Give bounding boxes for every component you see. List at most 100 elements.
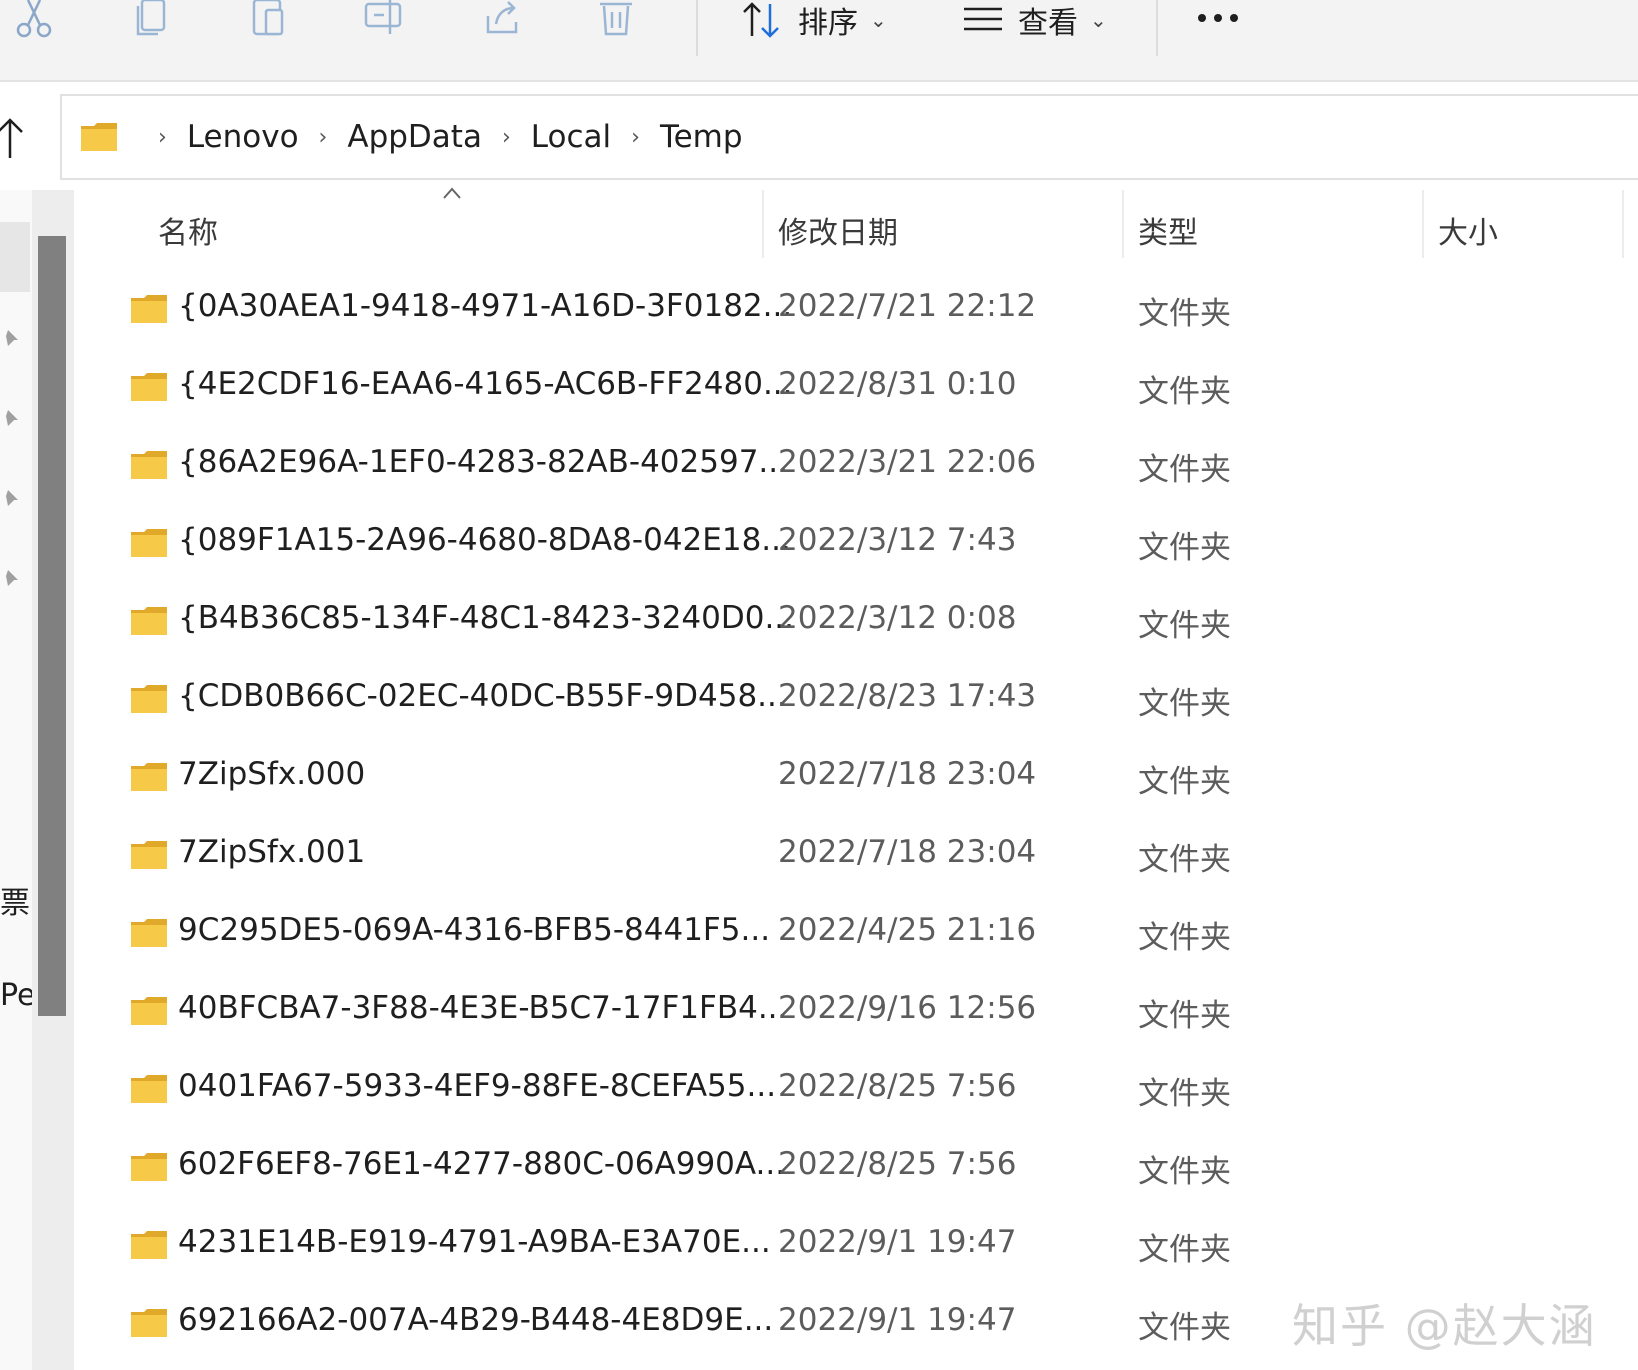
folder-icon [131,763,167,791]
file-date: 2022/8/31 0:10 [778,366,1017,402]
file-name: 40BFCBA7-3F88-4E3E-B5C7-17F1FB4... [178,990,788,1026]
breadcrumb-item[interactable]: Temp [660,119,743,155]
column-header-size[interactable]: 大小 [1438,208,1498,252]
folder-icon [131,997,167,1025]
file-type: 文件夹 [1138,1232,1231,1268]
file-date: 2022/3/21 22:06 [778,444,1037,480]
cut-icon[interactable] [10,0,58,48]
file-date: 2022/8/23 17:43 [778,678,1037,714]
folder-icon [131,1153,167,1181]
file-list: {0A30AEA1-9418-4971-A16D-3F0182... 2022/7… [78,270,1638,1362]
folder-icon [131,607,167,635]
chevron-right-icon[interactable]: › [502,125,511,150]
more-dot [1230,14,1238,22]
file-row[interactable]: 4231E14B-E919-4791-A9BA-E3A70E... 2022/9/… [78,1206,1638,1284]
file-name: {4E2CDF16-EAA6-4165-AC6B-FF2480... [178,366,793,402]
file-row[interactable]: 9C295DE5-069A-4316-BFB5-8441F5... 2022/4/… [78,894,1638,972]
nav-selected-item[interactable] [0,222,30,292]
toolbar-separator [1156,0,1158,56]
file-date: 2022/9/1 19:47 [778,1224,1017,1260]
chevron-right-icon[interactable]: › [631,125,640,150]
file-name: 602F6EF8-76E1-4277-880C-06A990A... [178,1146,786,1182]
file-date: 2022/9/1 19:47 [778,1302,1017,1338]
column-header-name[interactable]: 名称 [158,208,218,252]
command-bar: 排序 ⌄ 查看 ⌄ [0,0,1638,82]
more-dot [1198,14,1206,22]
file-type: 文件夹 [1138,374,1231,410]
file-type: 文件夹 [1138,998,1231,1034]
folder-icon [131,1231,167,1259]
file-row[interactable]: 0401FA67-5933-4EF9-88FE-8CEFA55... 2022/8… [78,1050,1638,1128]
sort-label: 排序 [798,6,858,41]
file-date: 2022/4/25 21:16 [778,912,1037,948]
file-name: 9C295DE5-069A-4316-BFB5-8441F5... [178,912,771,948]
more-icon[interactable] [1198,0,1238,36]
column-header-date[interactable]: 修改日期 [778,208,898,252]
file-name: 7ZipSfx.000 [178,756,366,792]
file-row[interactable]: 40BFCBA7-3F88-4E3E-B5C7-17F1FB4... 2022/9… [78,972,1638,1050]
pin-icon [2,570,18,586]
file-type: 文件夹 [1138,452,1231,488]
column-divider[interactable] [762,190,764,258]
file-type: 文件夹 [1138,1154,1231,1190]
copy-icon[interactable] [128,0,176,48]
file-row[interactable]: 602F6EF8-76E1-4277-880C-06A990A... 2022/8… [78,1128,1638,1206]
sort-icon [743,2,779,38]
file-type: 文件夹 [1138,920,1231,956]
chevron-down-icon: ⌄ [1090,8,1107,32]
file-row[interactable]: 7ZipSfx.001 2022/7/18 23:04 文件夹 [78,816,1638,894]
navigation-pane [0,190,32,1370]
file-row[interactable]: {0A30AEA1-9418-4971-A16D-3F0182... 2022/7… [78,270,1638,348]
file-type: 文件夹 [1138,764,1231,800]
pin-icon [2,410,18,426]
breadcrumb-item[interactable]: AppData [347,119,482,155]
file-date: 2022/7/18 23:04 [778,834,1037,870]
file-type: 文件夹 [1138,842,1231,878]
file-date: 2022/3/12 0:08 [778,600,1017,636]
column-header-type[interactable]: 类型 [1138,208,1198,252]
pin-icon [2,330,18,346]
folder-icon [131,841,167,869]
delete-icon[interactable] [596,0,644,48]
scrollbar-thumb[interactable] [38,236,66,1016]
view-button[interactable]: 查看 ⌄ [962,0,1107,41]
chevron-right-icon[interactable]: › [319,125,328,150]
folder-icon [131,451,167,479]
up-arrow-icon[interactable] [0,116,30,160]
file-date: 2022/3/12 7:43 [778,522,1017,558]
file-row[interactable]: {B4B36C85-134F-48C1-8423-3240D0... 2022/3… [78,582,1638,660]
column-divider[interactable] [1422,190,1424,258]
file-row[interactable]: {86A2E96A-1EF0-4283-82AB-402597... 2022/3… [78,426,1638,504]
file-type: 文件夹 [1138,296,1231,332]
file-date: 2022/9/16 12:56 [778,990,1037,1026]
view-label: 查看 [1018,6,1078,41]
nav-item-label[interactable]: 票扌 [0,878,32,922]
column-divider[interactable] [1122,190,1124,258]
folder-icon [131,685,167,713]
file-row[interactable]: {CDB0B66C-02EC-40DC-B55F-9D458... 2022/8/… [78,660,1638,738]
file-row[interactable]: {4E2CDF16-EAA6-4165-AC6B-FF2480... 2022/8… [78,348,1638,426]
paste-icon[interactable] [246,0,294,48]
column-divider[interactable] [1622,190,1624,258]
breadcrumb-item[interactable]: Lenovo [187,119,299,155]
share-icon[interactable] [480,0,528,48]
address-bar[interactable]: › Lenovo › AppData › Local › Temp [60,94,1638,180]
folder-icon [81,123,117,151]
view-icon [964,7,1002,31]
sort-button[interactable]: 排序 ⌄ [740,0,887,41]
file-name: {86A2E96A-1EF0-4283-82AB-402597... [178,444,788,480]
file-type: 文件夹 [1138,608,1231,644]
file-name: 7ZipSfx.001 [178,834,366,870]
file-name: 4231E14B-E919-4791-A9BA-E3A70E... [178,1224,771,1260]
chevron-down-icon: ⌄ [870,8,887,32]
nav-item-label[interactable]: Pe [0,978,32,1013]
breadcrumb-item[interactable]: Local [531,119,611,155]
folder-icon [131,1309,167,1337]
file-row[interactable]: 7ZipSfx.000 2022/7/18 23:04 文件夹 [78,738,1638,816]
file-type: 文件夹 [1138,530,1231,566]
file-name: 0401FA67-5933-4EF9-88FE-8CEFA55... [178,1068,777,1104]
file-row[interactable]: {089F1A15-2A96-4680-8DA8-042E18... 2022/3… [78,504,1638,582]
rename-icon[interactable] [362,0,410,48]
file-name: 692166A2-007A-4B29-B448-4E8D9E... [178,1302,774,1338]
file-name: {CDB0B66C-02EC-40DC-B55F-9D458... [178,678,787,714]
